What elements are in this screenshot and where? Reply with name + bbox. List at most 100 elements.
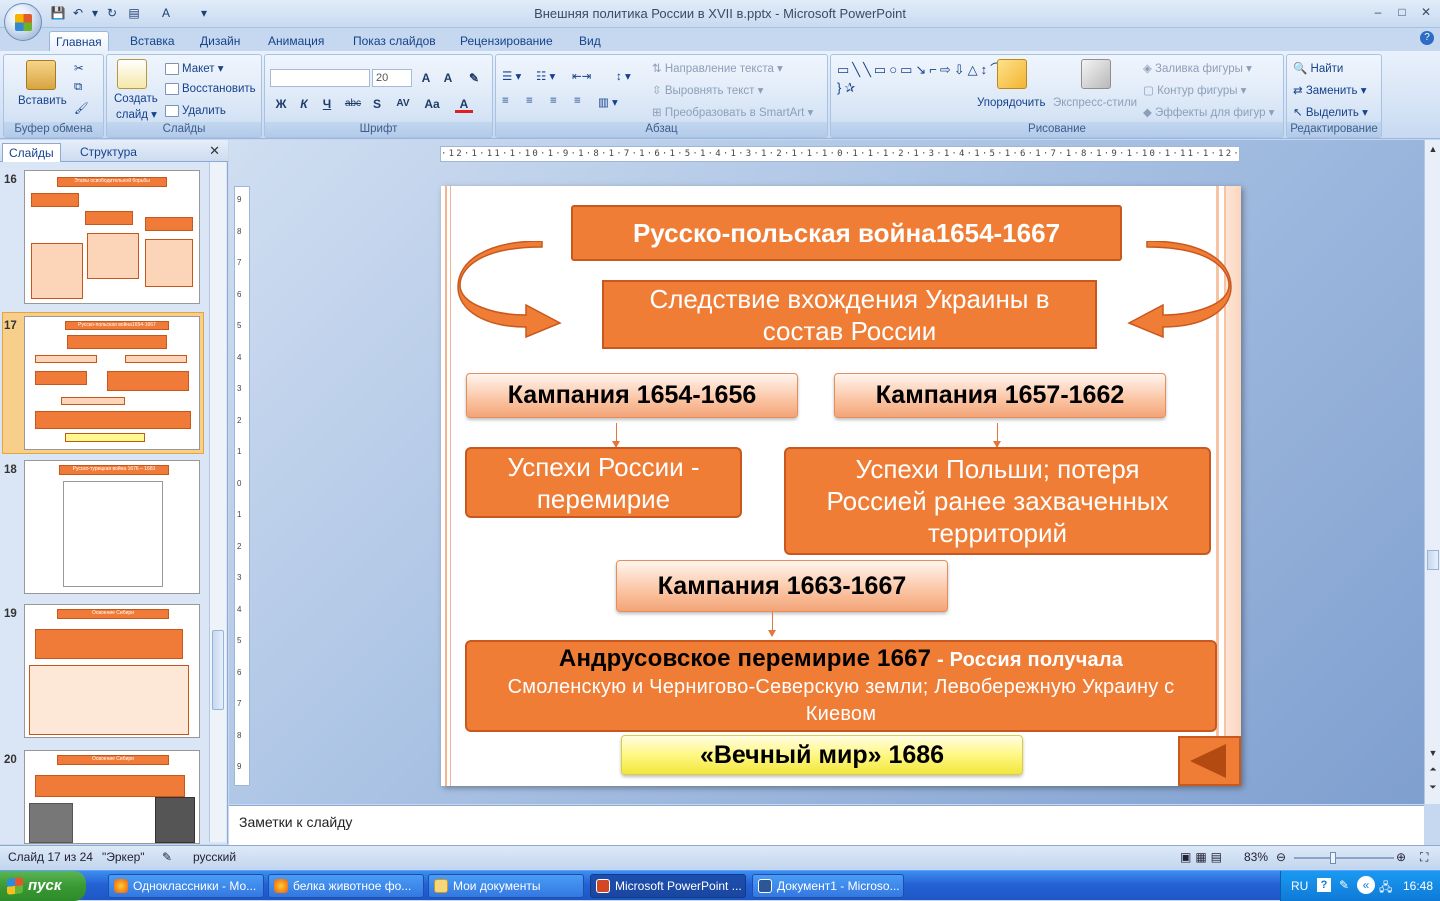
arrange-button[interactable]: Упорядочить	[977, 97, 1045, 109]
layout-button[interactable]: Макет ▾	[165, 61, 224, 75]
tray-network-icon[interactable]: 🖧	[1379, 878, 1392, 899]
indent-icon[interactable]: ⇤⇥	[572, 69, 591, 83]
minimize-button[interactable]: –	[1368, 4, 1388, 20]
quick-styles-icon[interactable]	[1081, 59, 1111, 89]
tab-outline[interactable]: Структура	[74, 143, 143, 162]
office-button[interactable]	[4, 3, 42, 41]
align-left-icon[interactable]: ≡	[502, 95, 509, 107]
tab-design[interactable]: Дизайн	[194, 31, 246, 51]
tray-language[interactable]: RU	[1291, 879, 1308, 893]
slide-thumbnail-19[interactable]: Освоение Сибири	[24, 604, 200, 738]
tab-home[interactable]: Главная	[49, 31, 109, 51]
new-slide-icon[interactable]	[117, 59, 147, 89]
zoom-out-icon[interactable]: ⊖	[1276, 850, 1286, 864]
paste-icon[interactable]	[26, 60, 56, 90]
zoom-in-icon[interactable]: ⊕	[1396, 850, 1406, 864]
smartart-button[interactable]: ⊞ Преобразовать в SmartArt ▾	[652, 105, 813, 119]
shape-fill-button[interactable]: ◈ Заливка фигуры ▾	[1143, 61, 1252, 75]
close-button[interactable]: ✕	[1416, 4, 1436, 20]
tab-slides[interactable]: Слайды	[2, 143, 61, 162]
format-painter-icon[interactable]: 🖌	[74, 101, 89, 115]
tray-pen-icon[interactable]: ✎	[1339, 878, 1349, 892]
slide-thumbnail-16[interactable]: Этапы освободительной борьбы	[24, 170, 200, 304]
language-indicator[interactable]: русский	[193, 850, 236, 864]
cause-box[interactable]: Следствие вхождения Украины в состав Рос…	[602, 280, 1097, 349]
shrink-font-icon[interactable]: A	[439, 69, 457, 87]
grow-font-icon[interactable]: A	[417, 69, 435, 87]
slide-thumbnail-18[interactable]: Русско-турецкая война 1676 – 1681	[24, 460, 200, 594]
taskbar-item-word[interactable]: Документ1 - Microso...	[752, 874, 904, 898]
next-slide-icon[interactable]: ⏷	[1426, 780, 1440, 794]
maximize-button[interactable]: □	[1392, 4, 1412, 20]
zoom-level[interactable]: 83%	[1244, 850, 1268, 864]
font-size-input[interactable]: 20	[372, 69, 412, 87]
arrange-icon[interactable]	[997, 59, 1027, 89]
numbering-icon[interactable]: ☷ ▾	[536, 69, 555, 83]
notes-pane[interactable]: Заметки к слайду	[229, 805, 1424, 845]
find-button[interactable]: 🔍 Найти	[1293, 61, 1343, 75]
result-2-box[interactable]: Успехи Польши; потеря Россией ранее захв…	[784, 447, 1211, 555]
bold-button[interactable]: Ж	[272, 95, 290, 113]
start-button[interactable]: пуск	[0, 871, 86, 901]
editor-scrollbar[interactable]: ▲ ▼ ⏶ ⏷	[1424, 140, 1440, 804]
cut-icon[interactable]: ✂	[74, 61, 84, 75]
tray-expand-icon[interactable]: «	[1357, 876, 1375, 894]
taskbar-item-browser-1[interactable]: Одноклассники - Мо...	[108, 874, 264, 898]
italic-button[interactable]: К	[295, 95, 313, 113]
new-slide-button[interactable]: Создать	[114, 93, 158, 105]
slide-thumbnail-17[interactable]: Русско-польская война1654-1667	[24, 316, 200, 450]
tab-insert[interactable]: Вставка	[124, 31, 181, 51]
zoom-slider-thumb[interactable]	[1330, 852, 1336, 864]
char-spacing-button[interactable]: AV	[391, 95, 415, 113]
bullets-icon[interactable]: ☰ ▾	[502, 69, 521, 83]
slide-thumbnail-20[interactable]: Освоение Сибири	[24, 750, 200, 844]
text-direction-button[interactable]: ⇅ Направление текста ▾	[652, 61, 783, 75]
campaign-1-box[interactable]: Кампания 1654-1656	[466, 373, 798, 418]
zoom-slider[interactable]	[1294, 852, 1394, 864]
help-icon[interactable]: ?	[1420, 31, 1434, 45]
quick-styles-button[interactable]: Экспресс-стили	[1053, 97, 1137, 109]
shape-outline-button[interactable]: ▢ Контур фигуры ▾	[1143, 83, 1246, 97]
scroll-down-icon[interactable]: ▼	[1426, 746, 1440, 760]
align-right-icon[interactable]: ≡	[550, 95, 557, 107]
taskbar-item-powerpoint[interactable]: Microsoft PowerPoint ...	[590, 874, 746, 898]
new-slide-dropdown[interactable]: слайд ▾	[116, 107, 157, 121]
eternal-peace-box[interactable]: «Вечный мир» 1686	[621, 735, 1023, 775]
close-pane-icon[interactable]: ✕	[209, 143, 220, 159]
shapes-gallery[interactable]: ▭╲╲▭○▭↘⌐⇨⇩△↕⌒{ }✰	[837, 61, 1010, 97]
columns-icon[interactable]: ▥ ▾	[598, 95, 618, 109]
tray-help-icon[interactable]: ?	[1317, 878, 1331, 892]
andrusovo-box[interactable]: Андрусовское перемирие 1667 - Россия пол…	[465, 640, 1217, 732]
taskbar-item-documents[interactable]: Мои документы	[428, 874, 584, 898]
paste-button[interactable]: Вставить	[18, 95, 67, 107]
tab-animation[interactable]: Анимация	[262, 31, 330, 51]
replace-button[interactable]: ⇄ Заменить ▾	[1293, 83, 1367, 97]
tab-view[interactable]: Вид	[573, 31, 607, 51]
scroll-up-icon[interactable]: ▲	[1426, 142, 1440, 156]
copy-icon[interactable]: ⧉	[74, 81, 82, 94]
line-spacing-icon[interactable]: ↕ ▾	[616, 69, 631, 83]
spellcheck-icon[interactable]: ✎	[162, 850, 172, 864]
clear-format-icon[interactable]: ✎	[465, 69, 483, 87]
fit-window-icon[interactable]: ⛶	[1420, 850, 1428, 865]
pane-scroll-thumb[interactable]	[212, 630, 224, 710]
result-1-box[interactable]: Успехи России - перемирие	[465, 447, 742, 518]
change-case-button[interactable]: Aa	[421, 95, 443, 113]
shape-effects-button[interactable]: ◆ Эффекты для фигур ▾	[1143, 105, 1274, 119]
shadow-button[interactable]: S	[368, 95, 386, 113]
prev-slide-icon[interactable]: ⏶	[1426, 762, 1440, 776]
justify-icon[interactable]: ≡	[574, 95, 581, 107]
taskbar-item-browser-2[interactable]: белка животное фо...	[268, 874, 424, 898]
font-color-button[interactable]: A	[455, 95, 473, 113]
underline-button[interactable]: Ч	[318, 95, 336, 113]
campaign-2-box[interactable]: Кампания 1657-1662	[834, 373, 1166, 418]
campaign-3-box[interactable]: Кампания 1663-1667	[616, 560, 948, 612]
font-name-input[interactable]	[270, 69, 370, 87]
align-text-button[interactable]: ⇳ Выровнять текст ▾	[652, 83, 763, 97]
tab-review[interactable]: Рецензирование	[454, 31, 559, 51]
pane-scrollbar[interactable]	[209, 162, 226, 842]
reset-button[interactable]: Восстановить	[165, 83, 256, 95]
view-buttons[interactable]: ▣▦▤	[1180, 850, 1226, 864]
tab-slideshow[interactable]: Показ слайдов	[347, 31, 442, 51]
editor-scroll-thumb[interactable]	[1427, 550, 1439, 570]
